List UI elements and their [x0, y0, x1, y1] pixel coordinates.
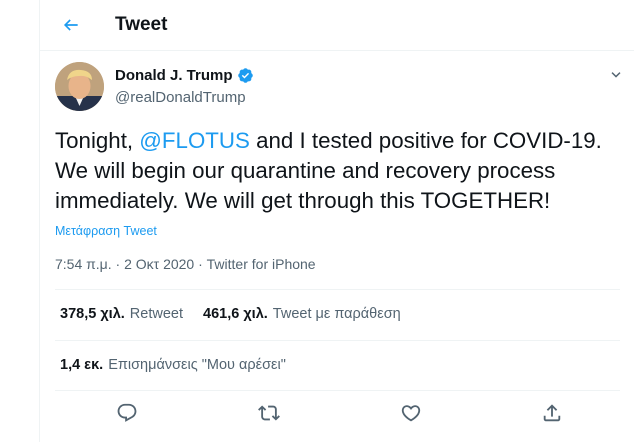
retweet-button[interactable]	[257, 401, 281, 425]
tweet-source[interactable]: Twitter for iPhone	[207, 256, 316, 272]
heart-icon	[401, 405, 421, 422]
back-button[interactable]	[58, 12, 84, 38]
author-name[interactable]: Donald J. Trump	[115, 67, 233, 84]
likes-label: Επισημάνσεις "Μου αρέσει"	[108, 357, 286, 373]
share-icon	[543, 404, 561, 422]
retweets-label: Retweet	[129, 306, 183, 322]
tweet-text: Tonight, @FLOTUS and I tested positive f…	[55, 126, 620, 216]
retweet-stats-row: 378,5 χιλ. Retweet 461,6 χιλ. Tweet με π…	[60, 306, 401, 322]
quotes-label: Tweet με παράθεση	[272, 306, 401, 322]
tweet-timestamp[interactable]: 7:54 π.μ. · 2 Οκτ 2020 ·	[55, 256, 207, 272]
retweets-stat[interactable]: 378,5 χιλ. Retweet	[60, 306, 183, 322]
verified-badge-icon	[237, 68, 253, 83]
divider	[55, 340, 620, 341]
author-handle[interactable]: @realDonaldTrump	[115, 89, 246, 106]
reply-button[interactable]	[115, 401, 139, 425]
likes-stat[interactable]: 1,4 εκ. Επισημάνσεις "Μου αρέσει"	[60, 357, 286, 373]
author-name-row: Donald J. Trump	[115, 67, 254, 84]
like-button[interactable]	[399, 401, 423, 425]
share-button[interactable]	[540, 401, 564, 425]
tweet-actions-bar	[40, 393, 634, 433]
page-title: Tweet	[115, 14, 168, 35]
arrow-left-icon	[63, 19, 78, 31]
translate-tweet-link[interactable]: Μετάφραση Tweet	[55, 224, 157, 238]
mention-link[interactable]: @FLOTUS	[139, 128, 250, 153]
tweet-column: Tweet Donald J. Trump @realDonaldTrump T…	[39, 0, 634, 442]
quotes-count: 461,6 χιλ.	[203, 306, 268, 322]
divider	[55, 390, 620, 391]
tweet-text-part: Tonight,	[55, 128, 140, 153]
page-header: Tweet	[40, 0, 634, 51]
chevron-down-icon[interactable]	[607, 66, 625, 84]
retweets-count: 378,5 χιλ.	[60, 306, 125, 322]
quotes-stat[interactable]: 461,6 χιλ. Tweet με παράθεση	[203, 306, 401, 322]
likes-count: 1,4 εκ.	[60, 357, 104, 373]
reply-icon	[117, 403, 137, 422]
divider	[55, 289, 620, 290]
tweet-metadata: 7:54 π.μ. · 2 Οκτ 2020 · Twitter for iPh…	[55, 256, 316, 272]
avatar[interactable]	[55, 62, 104, 111]
likes-stats-row: 1,4 εκ. Επισημάνσεις "Μου αρέσει"	[60, 357, 286, 373]
retweet-icon	[258, 405, 280, 421]
